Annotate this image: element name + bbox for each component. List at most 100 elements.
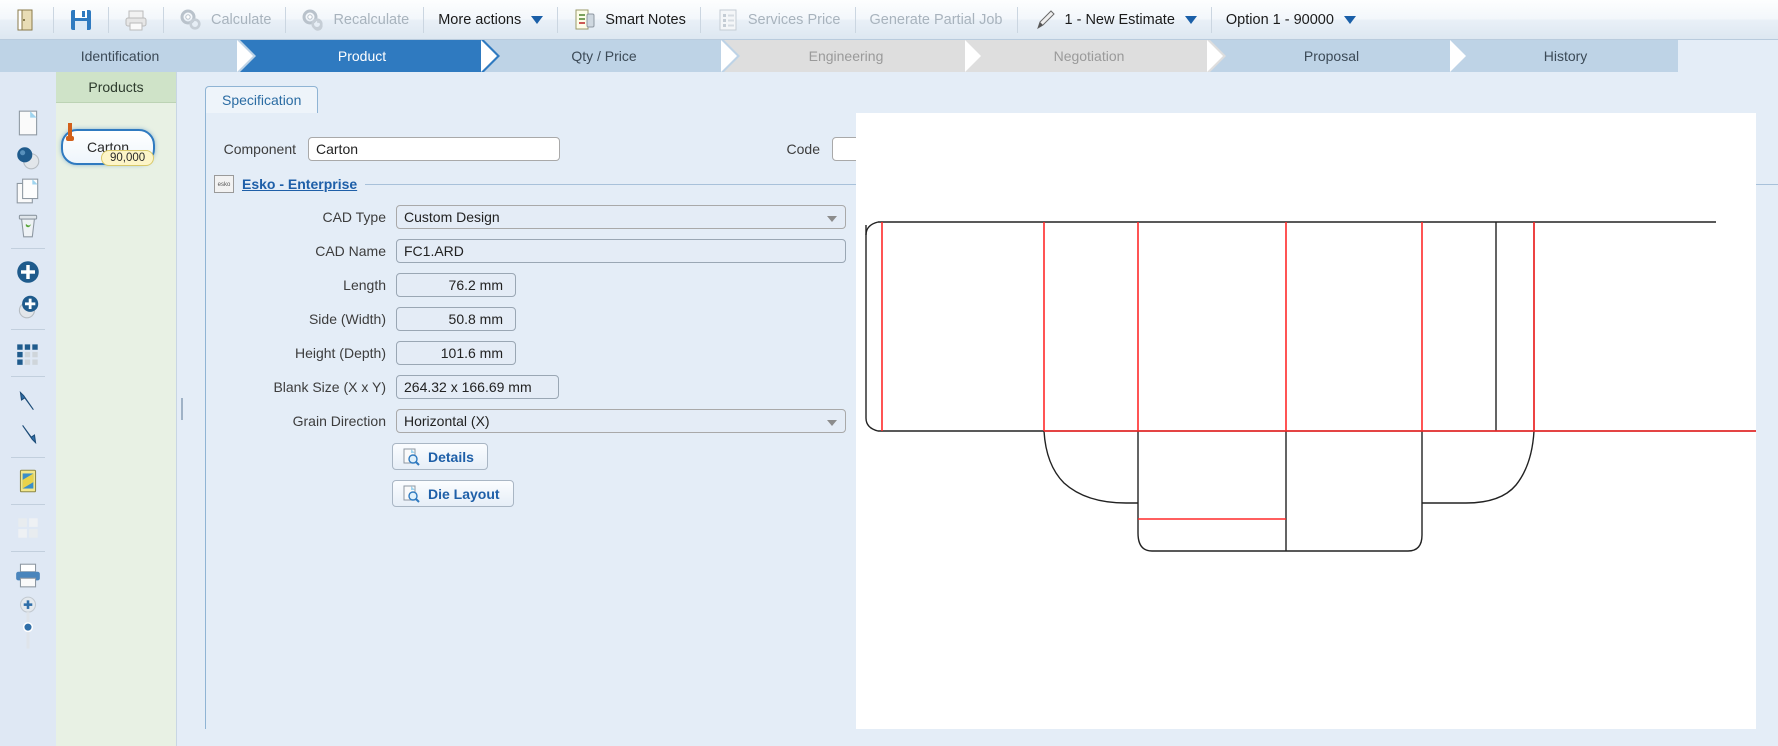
length-label: Length xyxy=(343,277,386,293)
code-label: Code xyxy=(786,141,820,157)
toolbar-separator xyxy=(557,6,559,33)
content-area: Specification Component Code esko Esko -… xyxy=(187,72,1778,746)
estimate-selector[interactable]: 1 - New Estimate xyxy=(1023,3,1206,37)
chevron-down-icon xyxy=(827,216,837,222)
exit-button[interactable] xyxy=(4,3,48,37)
toolbar-separator xyxy=(1016,6,1018,33)
step-arrow xyxy=(1207,40,1226,72)
library-icon[interactable] xyxy=(14,467,42,495)
rail-separator xyxy=(11,504,45,505)
door-icon xyxy=(13,7,39,33)
toolbar-separator xyxy=(423,6,425,33)
option-selector[interactable]: Option 1 - 90000 xyxy=(1217,3,1365,37)
blank-size-input[interactable] xyxy=(396,375,559,399)
grain-direction-select[interactable]: Horizontal (X) xyxy=(396,409,846,433)
step-history[interactable]: History xyxy=(1453,40,1678,72)
more-actions-button[interactable]: More actions xyxy=(429,3,552,37)
option-selector-label: Option 1 - 90000 xyxy=(1225,11,1334,28)
smart-notes-button[interactable]: Smart Notes xyxy=(563,3,695,37)
print-button xyxy=(114,3,158,37)
notes-icon xyxy=(572,7,598,33)
step-label: Negotiation xyxy=(1053,48,1125,64)
cad-type-label: CAD Type xyxy=(322,209,386,225)
main-toolbar: Calculate Recalculate More actions Smart No… xyxy=(0,0,1778,40)
save-button[interactable] xyxy=(59,3,103,37)
delete-icon[interactable] xyxy=(14,211,42,239)
esko-enterprise-link[interactable]: Esko - Enterprise xyxy=(242,176,357,192)
chevron-down-icon xyxy=(827,420,837,426)
details-button[interactable]: Details xyxy=(392,443,488,470)
tab-strip: Specification xyxy=(205,85,1778,113)
product-quantity-badge: 90,000 xyxy=(101,150,155,166)
side-width-label: Side (Width) xyxy=(308,311,386,327)
step-arrow xyxy=(481,40,500,72)
chevron-down-icon xyxy=(531,15,544,24)
add-component-icon[interactable] xyxy=(14,258,42,286)
cad-name-input[interactable] xyxy=(396,239,846,263)
toolbar-separator xyxy=(699,6,701,33)
estimate-selector-label: 1 - New Estimate xyxy=(1064,11,1175,28)
printer-icon xyxy=(123,7,149,33)
cad-type-value: Custom Design xyxy=(404,209,500,225)
new-document-icon[interactable] xyxy=(14,109,42,137)
step-product[interactable]: Product xyxy=(240,40,500,72)
toolbar-separator xyxy=(854,6,856,33)
die-layout-button-label: Die Layout xyxy=(428,485,500,502)
length-input[interactable] xyxy=(396,273,516,297)
products-header: Products xyxy=(56,72,176,103)
step-negotiation[interactable]: Negotiation xyxy=(968,40,1226,72)
esko-logo-icon: esko xyxy=(214,175,234,193)
warning-flag-icon xyxy=(66,123,74,141)
rail-separator xyxy=(11,551,45,552)
step-qty-price[interactable]: Qty / Price xyxy=(484,40,740,72)
step-arrow xyxy=(237,40,256,72)
die-layout-button[interactable]: Die Layout xyxy=(392,480,514,507)
side-width-input[interactable] xyxy=(396,307,516,331)
gears-refresh-icon xyxy=(300,7,326,33)
more-actions-button-label: More actions xyxy=(438,11,522,28)
panel-splitter[interactable] xyxy=(177,72,187,746)
details-button-label: Details xyxy=(428,448,474,465)
rail-separator xyxy=(11,329,45,330)
step-label: Proposal xyxy=(1303,48,1360,64)
step-engineering[interactable]: Engineering xyxy=(724,40,984,72)
component-input[interactable] xyxy=(308,137,560,161)
move-up-icon[interactable] xyxy=(14,386,42,414)
step-proposal[interactable]: Proposal xyxy=(1210,40,1469,72)
cad-preview[interactable] xyxy=(856,113,1756,729)
step-label: Qty / Price xyxy=(571,48,637,64)
step-arrow xyxy=(1450,40,1469,72)
toolbar-separator xyxy=(285,6,287,33)
print-preview-icon[interactable] xyxy=(14,561,42,589)
blank-size-label: Blank Size (X x Y) xyxy=(273,379,386,395)
grid-view-icon[interactable] xyxy=(14,339,42,367)
height-depth-input[interactable] xyxy=(396,341,516,365)
step-identification[interactable]: Identification xyxy=(0,40,256,72)
rail-separator xyxy=(11,376,45,377)
move-down-icon[interactable] xyxy=(14,420,42,448)
list-icon xyxy=(715,7,741,33)
cad-type-select[interactable]: Custom Design xyxy=(396,205,846,229)
calculate-button-label: Calculate xyxy=(211,11,272,28)
windows-icon[interactable] xyxy=(14,514,42,542)
smart-notes-button-label: Smart Notes xyxy=(605,11,686,28)
copy-icon[interactable] xyxy=(14,177,42,205)
save-icon xyxy=(68,7,94,33)
toolbar-separator xyxy=(163,6,164,33)
toolbar-separator xyxy=(53,6,54,33)
recalculate-button-label: Recalculate xyxy=(333,11,410,28)
products-panel: Products Carton 90,000 xyxy=(56,72,177,746)
specification-panel: Component Code esko Esko - Enterprise CA… xyxy=(205,113,1778,729)
step-label: Identification xyxy=(80,48,160,64)
services-price-button-label: Services Price xyxy=(747,11,841,28)
services-price-button: Services Price xyxy=(706,3,850,37)
toolbar-separator xyxy=(108,6,109,33)
magnify-doc-icon xyxy=(403,448,420,466)
chevron-down-icon xyxy=(1343,15,1356,24)
add-part-icon[interactable] xyxy=(14,292,42,320)
sphere-icon[interactable] xyxy=(14,143,42,171)
product-node-wrapper: Carton 90,000 xyxy=(61,123,157,169)
svg-text:esko: esko xyxy=(218,182,231,188)
zoom-slider[interactable] xyxy=(14,595,42,655)
tab-specification[interactable]: Specification xyxy=(205,86,319,113)
